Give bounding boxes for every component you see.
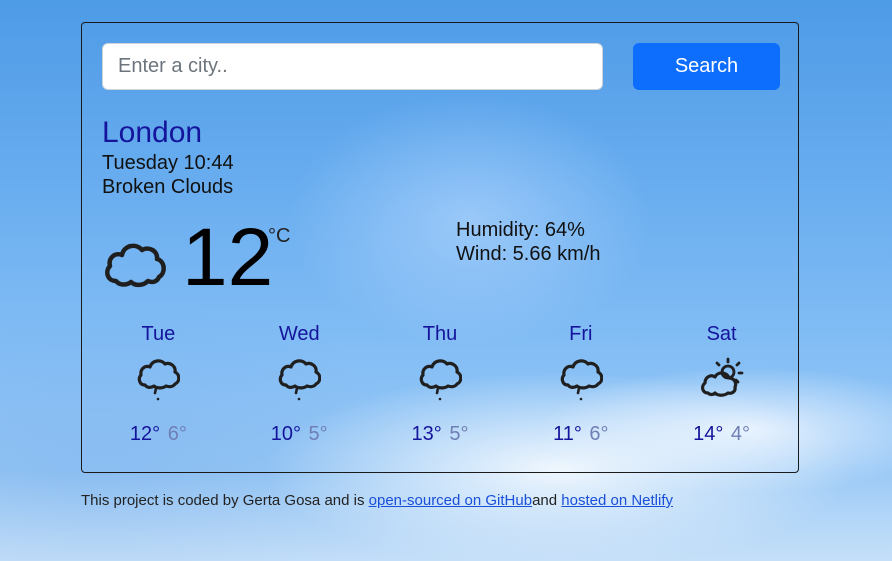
forecast-max: 11° — [553, 423, 582, 445]
forecast-max: 14° — [693, 423, 724, 445]
footer-text: This project is coded by Gerta Gosa and … — [81, 492, 369, 509]
humidity-value: Humidity: 64% — [456, 219, 585, 241]
cloud-icon — [105, 243, 166, 288]
forecast-temps: 14° 4° — [693, 421, 750, 447]
city-search-input[interactable] — [102, 43, 603, 90]
forecast-temps: 10° 5° — [271, 421, 328, 447]
weather-card: Search London Tuesday 10:44 Broken Cloud… — [81, 22, 799, 473]
forecast-day-name: Tue — [141, 323, 176, 345]
current-datetime: Tuesday 10:44 — [102, 152, 234, 174]
forecast-min: 4° — [730, 423, 751, 445]
forecast-day-name: Thu — [422, 323, 458, 345]
forecast-max: 10° — [270, 423, 301, 445]
city-name: London — [102, 116, 203, 149]
forecast-day: Thu 13° 5° — [370, 319, 511, 447]
sun-cloud-icon — [700, 357, 743, 397]
footer: This project is coded by Gerta Gosa and … — [81, 492, 673, 509]
forecast-day-name: Sat — [706, 323, 737, 345]
search-button[interactable]: Search — [633, 43, 780, 90]
wind-value: Wind: 5.66 km/h — [456, 243, 601, 265]
forecast-day-name: Fri — [569, 323, 593, 345]
forecast-day-name: Wed — [278, 323, 320, 345]
weather-description: Broken Clouds — [102, 176, 234, 198]
current-temperature: 12 — [182, 212, 274, 303]
cloud-rain-icon — [419, 359, 462, 401]
cloud-rain-icon — [278, 359, 322, 401]
forecast-row: Tue 12° 6° Wed 10° 5° Thu 13° 5° Fri 11°… — [88, 319, 792, 447]
forecast-day: Fri 11° 6° — [510, 319, 651, 447]
footer-text-middle: and — [532, 492, 562, 509]
forecast-temps: 11° 6° — [553, 421, 608, 447]
temperature-unit[interactable]: °C — [268, 225, 290, 248]
cloud-rain-icon — [560, 359, 603, 401]
forecast-temps: 13° 5° — [412, 421, 469, 447]
forecast-max: 12° — [129, 423, 161, 445]
forecast-temps: 12° 6° — [130, 421, 187, 447]
forecast-min: 5° — [449, 423, 469, 445]
forecast-min: 6° — [589, 423, 609, 445]
netlify-link[interactable]: hosted on Netlify — [561, 492, 673, 509]
background-haze — [0, 471, 892, 561]
forecast-day: Wed 10° 5° — [229, 319, 370, 447]
forecast-day: Sat 14° 4° — [651, 319, 792, 447]
forecast-max: 13° — [411, 423, 442, 445]
forecast-min: 6° — [167, 423, 187, 445]
cloud-rain-icon — [138, 359, 181, 401]
forecast-min: 5° — [308, 423, 328, 445]
forecast-day: Tue 12° 6° — [88, 319, 229, 447]
github-link[interactable]: open-sourced on GitHub — [369, 492, 532, 509]
